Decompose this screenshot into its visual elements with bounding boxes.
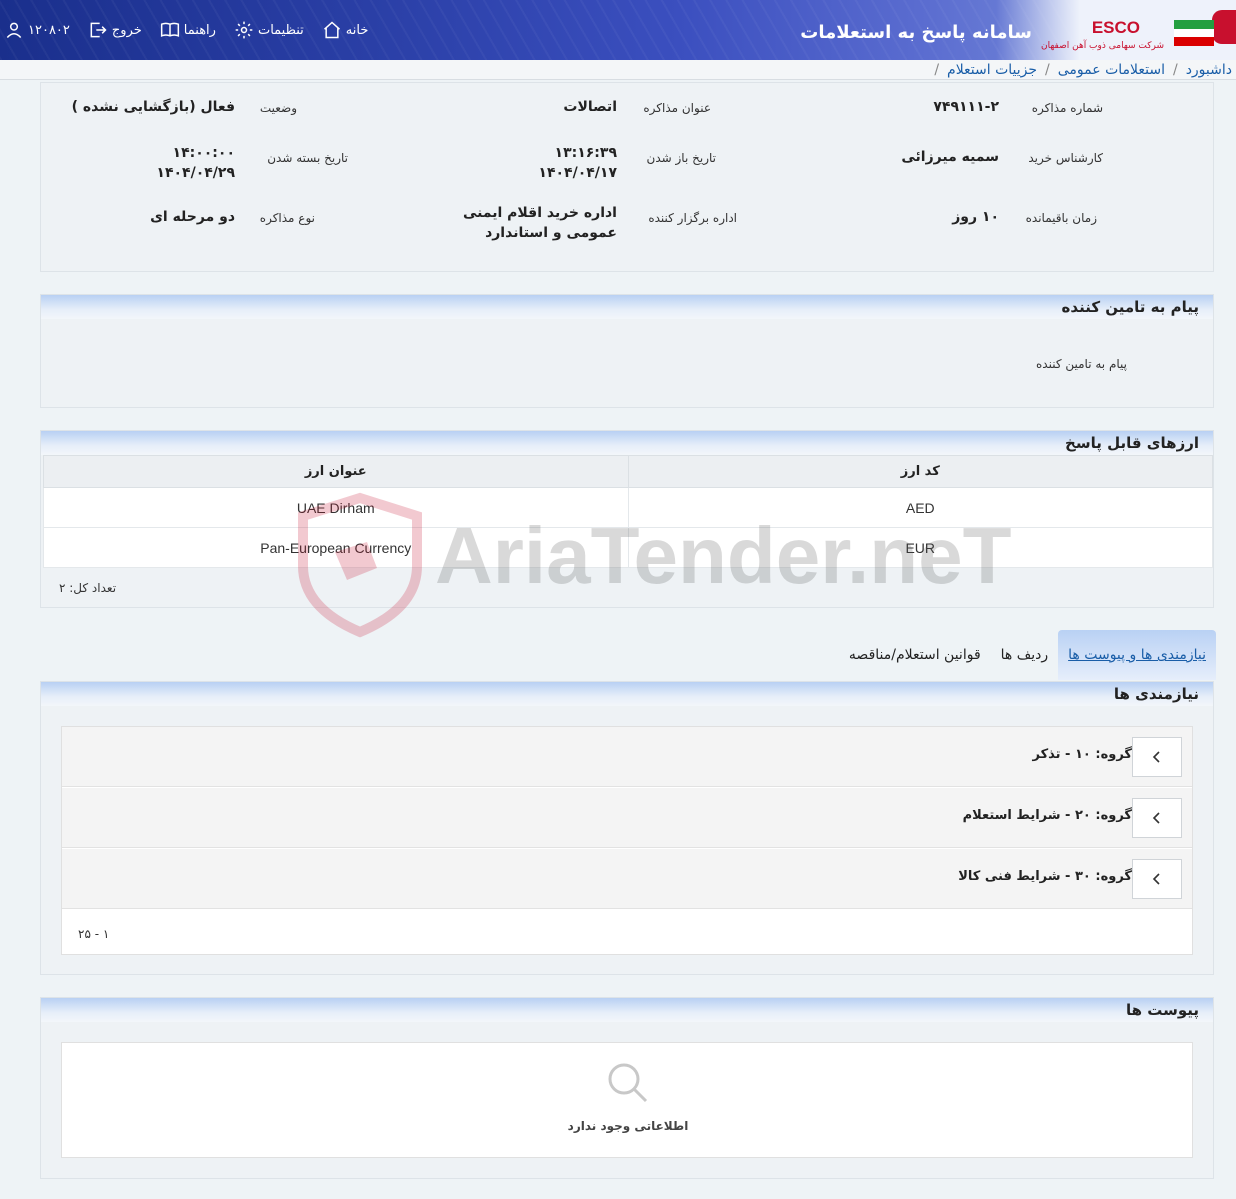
search-icon: [608, 1063, 648, 1103]
type-value: دو مرحله ای: [150, 209, 235, 225]
nav-guide[interactable]: راهنما: [160, 20, 216, 40]
group-row[interactable]: گروه: ۲۰ - شرایط استعلام: [62, 788, 1192, 848]
requirements-panel: نیازمندی ها گروه: ۱۰ - تذکر گروه: ۲۰ - ش…: [40, 681, 1214, 975]
close-date-value: ۱۴۰۴/۰۴/۲۹: [156, 165, 235, 181]
buyer-label: کارشناس خرید: [1028, 151, 1103, 165]
nav-logout[interactable]: خروج: [88, 20, 142, 40]
top-nav: خانه تنظیمات راهنما خروج ۱۲۰۸۰۲: [0, 0, 386, 60]
currency-code-cell: AED: [627, 487, 1214, 528]
open-time-value: ۱۳:۱۶:۳۹: [554, 145, 617, 161]
top-header: ESCO شرکت سهامی ذوب آهن اصفهان سامانه پا…: [0, 0, 1236, 60]
breadcrumb-inquiry-details[interactable]: جزییات استعلام: [947, 62, 1037, 78]
attachments-panel: پیوست ها اطلاعاتی وجود ندارد: [40, 997, 1214, 1179]
app-title: سامانه پاسخ به استعلامات: [800, 22, 1032, 43]
user-id: ۱۲۰۸۰۲: [28, 22, 70, 38]
buyer-value: سمیه میرزائی: [901, 149, 999, 165]
book-icon: [160, 22, 179, 37]
group-row[interactable]: گروه: ۳۰ - شرایط فنی کالا: [62, 849, 1192, 909]
title-value: اتصالات: [563, 99, 617, 115]
brand-subtitle: شرکت سهامی ذوب آهن اصفهان: [1041, 41, 1164, 51]
column-header-name[interactable]: عنوان ارز: [43, 455, 629, 488]
title-label: عنوان مذاکره: [643, 101, 711, 115]
org-value: اداره خرید اقلام ایمنی عمومی و استاندارد: [462, 205, 617, 241]
tab-rows[interactable]: ردیف ها: [991, 630, 1058, 680]
user-icon: [6, 22, 22, 39]
tab-rules[interactable]: قوانین استعلام/مناقصه: [839, 630, 991, 680]
attachments-panel-title: پیوست ها: [41, 998, 1213, 1022]
breadcrumb-dashboard[interactable]: داشبورد: [1186, 62, 1232, 78]
tab-bar: نیازمندی ها و پیوست ها ردیف ها قوانین اس…: [40, 630, 1216, 680]
currency-code-cell: EUR: [627, 527, 1214, 568]
message-panel: پیام به تامین کننده پیام به تامین کننده: [40, 294, 1214, 408]
number-label: شماره مذاکره: [1031, 101, 1103, 115]
number-value: ۷۴۹۱۱۱-۲: [933, 99, 999, 115]
expand-button[interactable]: [1132, 737, 1182, 777]
breadcrumb-separator: /: [1172, 61, 1178, 78]
breadcrumb-separator: /: [1045, 61, 1050, 78]
details-panel: شماره مذاکره ۷۴۹۱۱۱-۲ کارشناس خرید سمیه …: [40, 82, 1214, 272]
status-label: وضعیت: [259, 101, 297, 115]
home-icon: [323, 21, 340, 39]
nav-home[interactable]: خانه: [322, 20, 369, 40]
currency-panel-title: ارزهای قابل پاسخ: [41, 431, 1213, 455]
chevron-left-icon: [1152, 873, 1160, 885]
nav-settings[interactable]: تنظیمات: [234, 20, 304, 40]
group-label: گروه: ۱۰ - تذکر: [1032, 747, 1132, 762]
currency-table: کد ارز عنوان ارز AED UAE Dirham EUR Pan-…: [43, 455, 1214, 568]
breadcrumb-public-inquiries[interactable]: استعلامات عمومی: [1058, 62, 1165, 78]
currency-name-cell: Pan-European Currency: [43, 527, 629, 568]
tab-requirements[interactable]: نیازمندی ها و پیوست ها: [1058, 630, 1216, 680]
nav-home-label: خانه: [345, 22, 369, 38]
org-label: اداره برگزار کننده: [648, 211, 737, 225]
pager-info: ۱ - ۲۵: [78, 927, 110, 941]
gear-icon: [235, 21, 253, 39]
chevron-left-icon: [1152, 812, 1160, 824]
expand-button[interactable]: [1132, 798, 1182, 838]
group-row[interactable]: گروه: ۱۰ - تذکر: [62, 727, 1192, 787]
nav-settings-label: تنظیمات: [257, 22, 304, 38]
type-label: نوع مذاکره: [259, 211, 315, 225]
remaining-label: زمان باقیمانده: [1025, 211, 1097, 225]
brand-logo: ESCO: [1091, 18, 1140, 37]
status-value: فعال (بازگشایی نشده ): [71, 99, 235, 115]
close-date-label: تاریخ بسته شدن: [267, 151, 348, 165]
message-panel-title: پیام به تامین کننده: [41, 295, 1213, 319]
column-header-code[interactable]: کد ارز: [627, 455, 1214, 488]
group-label: گروه: ۲۰ - شرایط استعلام: [962, 808, 1132, 823]
empty-message: اطلاعاتی وجود ندارد: [567, 1119, 689, 1133]
company-emblem-icon: [1212, 10, 1236, 44]
requirements-list: گروه: ۱۰ - تذکر گروه: ۲۰ - شرایط استعلام…: [61, 726, 1193, 955]
attachments-empty-box: اطلاعاتی وجود ندارد: [61, 1042, 1193, 1158]
currency-panel: ارزهای قابل پاسخ کد ارز عنوان ارز AED UA…: [40, 430, 1214, 608]
open-date-value: ۱۴۰۴/۰۴/۱۷: [538, 165, 617, 181]
breadcrumb-separator: /: [934, 61, 940, 78]
currency-total: تعداد کل: ۲: [59, 581, 117, 595]
nav-user[interactable]: ۱۲۰۸۰۲: [4, 20, 70, 40]
message-label: پیام به تامین کننده: [1036, 357, 1127, 371]
table-header-row: کد ارز عنوان ارز: [43, 455, 1214, 488]
logo-area: ESCO شرکت سهامی ذوب آهن اصفهان: [996, 0, 1236, 60]
group-label: گروه: ۳۰ - شرایط فنی کالا: [958, 869, 1132, 884]
requirements-panel-title: نیازمندی ها: [41, 682, 1213, 706]
iran-flag-icon: [1174, 20, 1214, 46]
nav-logout-label: خروج: [111, 22, 142, 38]
currency-name-cell: UAE Dirham: [43, 487, 629, 528]
breadcrumb: داشبورد / استعلامات عمومی / جزییات استعل…: [0, 60, 1236, 80]
logout-icon: [90, 22, 107, 38]
close-time-value: ۱۴:۰۰:۰۰: [172, 145, 235, 161]
nav-guide-label: راهنما: [183, 22, 216, 38]
chevron-left-icon: [1152, 751, 1160, 763]
open-date-label: تاریخ باز شدن: [646, 151, 716, 165]
table-row[interactable]: AED UAE Dirham: [43, 487, 1214, 528]
expand-button[interactable]: [1132, 859, 1182, 899]
remaining-value: ۱۰ روز: [952, 209, 999, 225]
table-row[interactable]: EUR Pan-European Currency: [43, 527, 1214, 568]
